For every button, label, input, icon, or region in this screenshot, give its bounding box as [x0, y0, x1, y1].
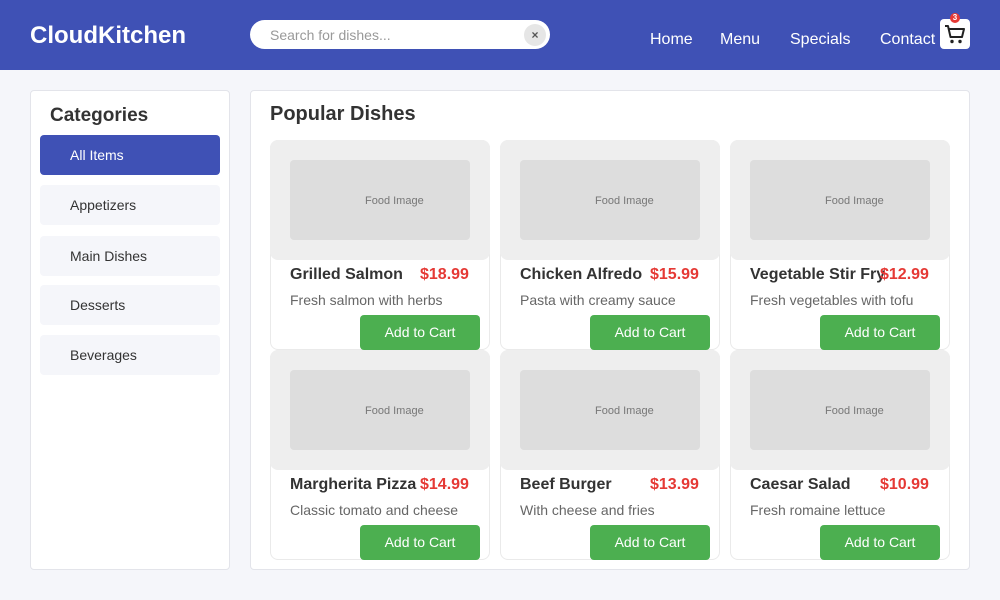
dish-name: Chicken Alfredo	[520, 266, 643, 283]
category-desserts[interactable]: Desserts	[40, 285, 220, 325]
cart-button[interactable]: 3	[940, 13, 970, 49]
dish-image: Food Image	[290, 370, 470, 450]
dish-price: $18.99	[420, 266, 469, 283]
image-placeholder: Food Image	[595, 405, 654, 417]
dish-name: Caesar Salad	[750, 476, 851, 493]
category-appetizers[interactable]: Appetizers	[40, 185, 220, 225]
dish-image-area: Food Image	[500, 350, 720, 470]
dish-card: Food Image Grilled Salmon $18.99 Fresh s…	[270, 140, 490, 350]
category-label: Desserts	[70, 297, 126, 313]
dish-image: Food Image	[750, 160, 930, 240]
dish-description: Classic tomato and cheese	[290, 502, 459, 518]
dish-image-area: Food Image	[730, 140, 950, 260]
sidebar-title: Categories	[50, 105, 149, 126]
dish-card: Food Image Beef Burger $13.99 With chees…	[500, 350, 720, 560]
dish-description: Fresh salmon with herbs	[290, 292, 443, 308]
category-beverages[interactable]: Beverages	[40, 335, 220, 375]
dish-card: Food Image Vegetable Stir Fry $12.99 Fre…	[730, 140, 950, 350]
category-main-dishes[interactable]: Main Dishes	[40, 236, 220, 276]
popular-dishes-panel: Popular Dishes Food Image Grilled Salmon…	[250, 90, 970, 570]
logo[interactable]: CloudKitchen	[30, 22, 186, 50]
section-title: Popular Dishes	[270, 103, 416, 125]
search-bar: ×	[250, 20, 550, 49]
dish-name: Beef Burger	[520, 476, 612, 493]
dish-image-area: Food Image	[270, 350, 490, 470]
cart-count-badge: 3	[950, 13, 960, 23]
clear-search-button[interactable]: ×	[524, 24, 546, 46]
dish-card: Food Image Chicken Alfredo $15.99 Pasta …	[500, 140, 720, 350]
dish-image: Food Image	[750, 370, 930, 450]
dish-image: Food Image	[290, 160, 470, 240]
nav-specials[interactable]: Specials	[790, 31, 850, 49]
dish-image-area: Food Image	[270, 140, 490, 260]
add-to-cart-button[interactable]: Add to Cart	[360, 315, 480, 350]
dish-price: $15.99	[650, 266, 699, 283]
dish-card: Food Image Caesar Salad $10.99 Fresh rom…	[730, 350, 950, 560]
add-to-cart-button[interactable]: Add to Cart	[590, 315, 710, 350]
dish-image-area: Food Image	[500, 140, 720, 260]
categories-sidebar: Categories All Items Appetizers Main Dis…	[30, 90, 230, 570]
dish-image: Food Image	[520, 370, 700, 450]
dish-name: Margherita Pizza	[290, 476, 417, 493]
nav-menu[interactable]: Menu	[720, 31, 760, 49]
add-to-cart-button[interactable]: Add to Cart	[820, 315, 940, 350]
image-placeholder: Food Image	[595, 195, 654, 207]
category-label: Appetizers	[70, 197, 137, 213]
search-input[interactable]	[270, 20, 510, 49]
dish-price: $14.99	[420, 476, 469, 493]
dish-price: $10.99	[880, 476, 929, 493]
dish-price: $13.99	[650, 476, 699, 493]
category-label: All Items	[70, 147, 124, 163]
dish-price: $12.99	[880, 266, 929, 283]
dish-name: Vegetable Stir Fry	[750, 266, 886, 283]
dish-image-area: Food Image	[730, 350, 950, 470]
add-to-cart-button[interactable]: Add to Cart	[820, 525, 940, 560]
image-placeholder: Food Image	[365, 405, 424, 417]
dish-description: Fresh vegetables with tofu	[750, 292, 914, 308]
dish-name: Grilled Salmon	[290, 266, 403, 283]
nav-home[interactable]: Home	[650, 31, 693, 49]
image-placeholder: Food Image	[365, 195, 424, 207]
header: CloudKitchen × Home Menu Specials Contac…	[0, 0, 1000, 70]
category-label: Main Dishes	[70, 248, 148, 264]
image-placeholder: Food Image	[825, 195, 884, 207]
dish-description: Fresh romaine lettuce	[750, 502, 886, 518]
category-all-items[interactable]: All Items	[40, 135, 220, 175]
dish-card: Food Image Margherita Pizza $14.99 Class…	[270, 350, 490, 560]
nav-contact[interactable]: Contact	[880, 31, 935, 49]
add-to-cart-button[interactable]: Add to Cart	[360, 525, 480, 560]
dish-description: With cheese and fries	[520, 502, 655, 518]
add-to-cart-button[interactable]: Add to Cart	[590, 525, 710, 560]
image-placeholder: Food Image	[825, 405, 884, 417]
dish-description: Pasta with creamy sauce	[520, 292, 676, 308]
dish-image: Food Image	[520, 160, 700, 240]
category-label: Beverages	[70, 347, 137, 363]
